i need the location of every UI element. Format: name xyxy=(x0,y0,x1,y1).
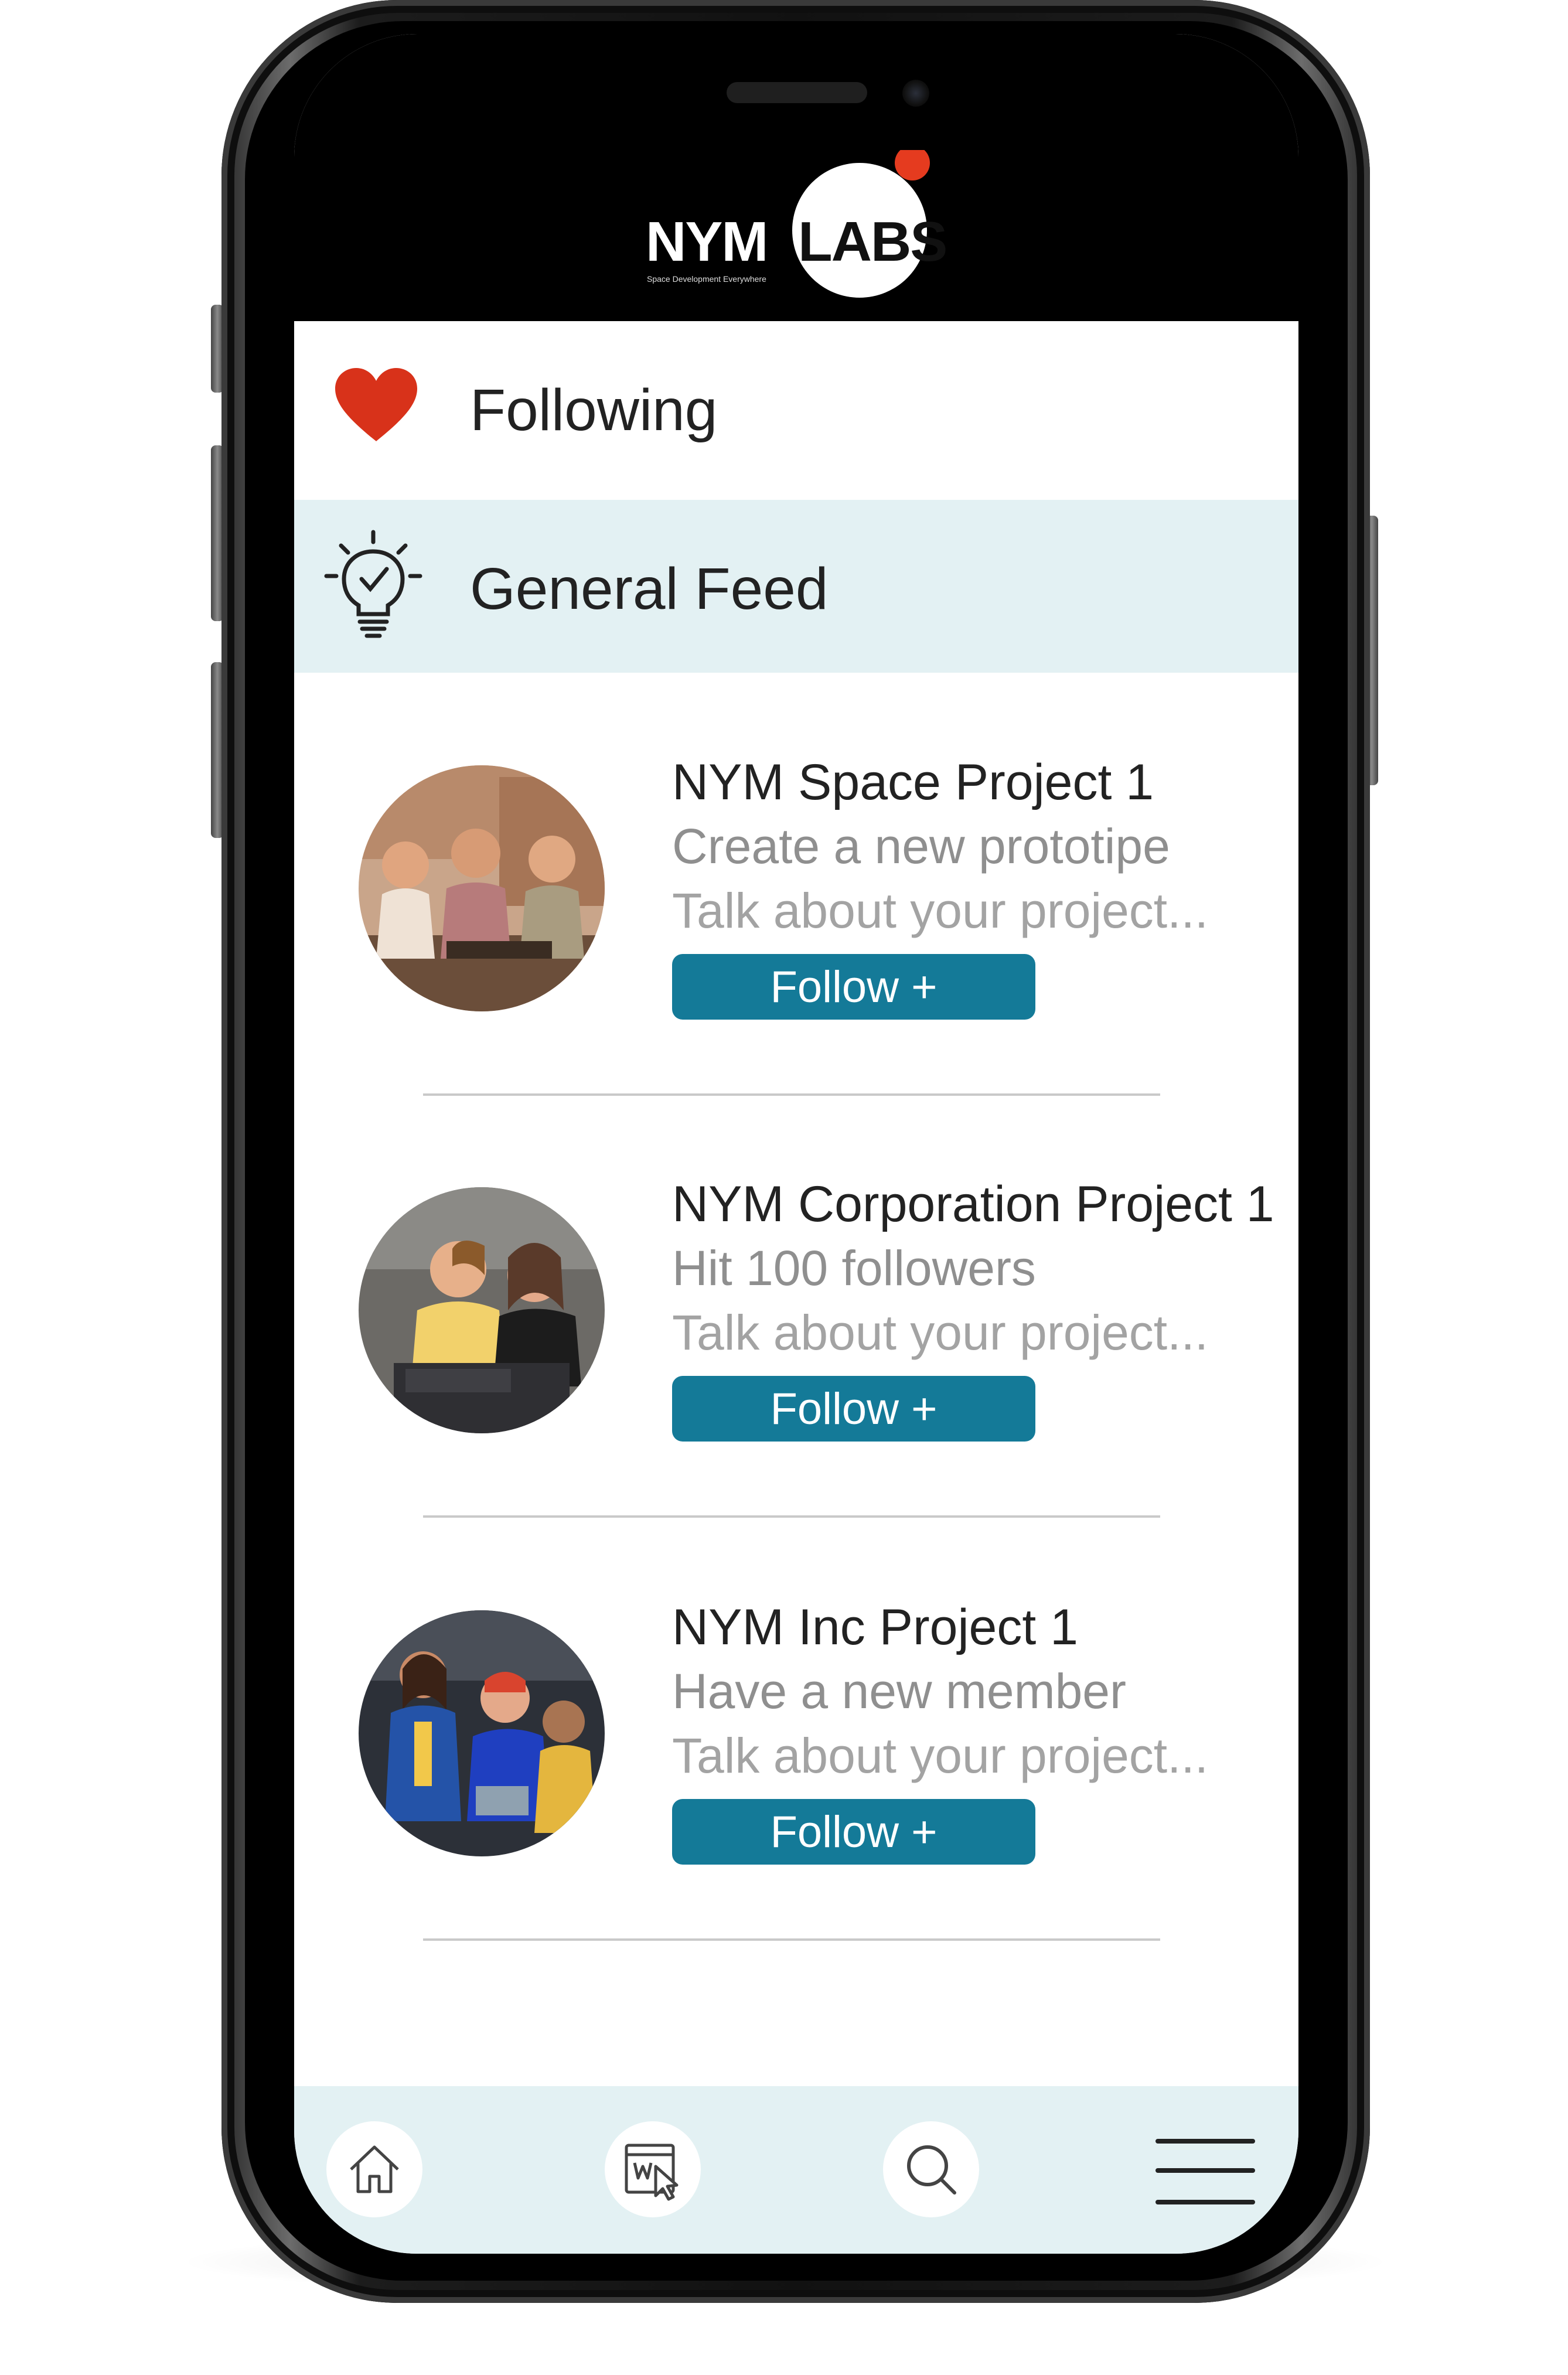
project-update: Have a new member xyxy=(672,1664,1126,1719)
menu-item-following[interactable]: Following xyxy=(294,321,1298,500)
nav-home-button[interactable] xyxy=(326,2121,422,2217)
project-avatar xyxy=(359,1187,605,1433)
lightbulb-icon xyxy=(324,530,422,638)
phone-screen: NYM LABS Space Development Everywhere Fo… xyxy=(294,34,1298,2254)
project-avatar xyxy=(359,765,605,1011)
nav-browse-button[interactable] xyxy=(605,2121,701,2217)
home-icon xyxy=(350,2145,399,2193)
logo-red-dot xyxy=(895,145,930,180)
logo-tagline: Space Development Everywhere xyxy=(647,274,766,284)
project-description: Talk about your project... xyxy=(672,1305,1209,1360)
project-description: Talk about your project... xyxy=(672,883,1209,938)
project-update: Create a new prototipe xyxy=(672,819,1170,874)
follow-button[interactable]: Follow + xyxy=(672,954,1035,1020)
logo-text-labs: LABS xyxy=(798,210,947,273)
feed-card: NYM Inc Project 1 Have a new member Talk… xyxy=(294,1599,1298,2038)
nymlabs-logo: NYM LABS Space Development Everywhere xyxy=(646,145,962,298)
heart-icon xyxy=(335,368,417,441)
logo-text-nym: NYM xyxy=(646,210,768,273)
follow-button[interactable]: Follow + xyxy=(672,1799,1035,1865)
feed-card: NYM Space Project 1 Create a new prototi… xyxy=(294,754,1298,1193)
feed-card: NYM Corporation Project 1 Hit 100 follow… xyxy=(294,1176,1298,1615)
follow-button[interactable]: Follow + xyxy=(672,1376,1035,1442)
bottom-nav xyxy=(294,2086,1298,2254)
project-description: Talk about your project... xyxy=(672,1728,1209,1783)
project-avatar xyxy=(359,1610,605,1856)
divider xyxy=(423,1515,1160,1518)
nav-search-button[interactable] xyxy=(883,2121,979,2217)
menu-item-general-feed[interactable]: General Feed xyxy=(294,500,1298,673)
search-icon xyxy=(907,2145,956,2195)
browser-click-icon xyxy=(625,2144,679,2201)
stage: NYM LABS Space Development Everywhere Fo… xyxy=(0,0,1568,2375)
menu-icon[interactable] xyxy=(1155,2139,1255,2209)
project-title[interactable]: NYM Corporation Project 1 xyxy=(672,1175,1274,1233)
phone-camera xyxy=(902,80,929,107)
project-title[interactable]: NYM Inc Project 1 xyxy=(672,1599,1078,1657)
following-label: Following xyxy=(470,377,718,443)
project-update: Hit 100 followers xyxy=(672,1241,1036,1296)
divider xyxy=(423,1093,1160,1096)
phone-speaker xyxy=(727,82,867,103)
general-feed-label: General Feed xyxy=(470,556,829,622)
project-title[interactable]: NYM Space Project 1 xyxy=(672,754,1154,812)
divider xyxy=(423,1938,1160,1941)
